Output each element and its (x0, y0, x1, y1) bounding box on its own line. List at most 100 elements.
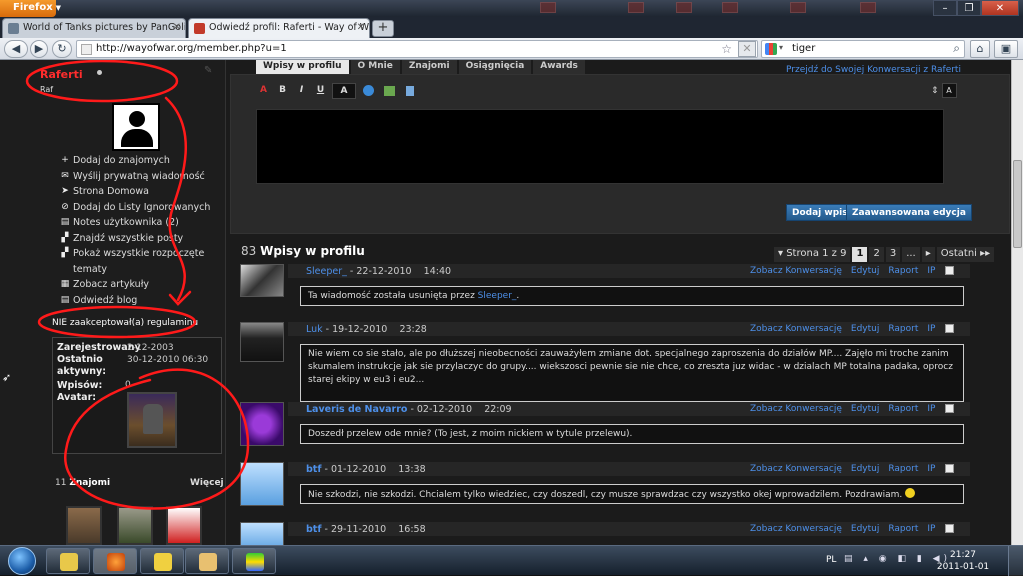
post-avatar[interactable] (240, 264, 284, 297)
forward-button[interactable]: ▶ (30, 40, 48, 58)
maximize-button[interactable]: ❐ (957, 0, 981, 16)
home-button[interactable]: ⌂ (970, 40, 990, 58)
language-indicator[interactable]: PL (826, 555, 836, 565)
image-button[interactable] (381, 83, 398, 99)
action-homepage[interactable]: ➤ Strona Domowa (58, 184, 218, 200)
firefox-menu-button[interactable]: Firefox ▼ (0, 0, 61, 17)
post-avatar[interactable] (240, 462, 284, 506)
italic-button[interactable]: I (294, 83, 309, 99)
report-link[interactable]: Raport (888, 266, 918, 276)
tab-profile[interactable]: Odwiedź profil: Raferti - Way of War ✕ (188, 18, 370, 38)
post-username[interactable]: Luk (306, 324, 323, 335)
remove-format-button[interactable]: A (256, 83, 271, 99)
post-text-link[interactable]: Sleeper_ (478, 291, 517, 301)
scrollbar-thumb[interactable] (1013, 160, 1022, 248)
taskbar-app[interactable] (140, 548, 184, 574)
action-articles[interactable]: ▦ Zobacz artykuły (58, 277, 218, 293)
search-input[interactable]: ▾ tiger ⌕ (761, 40, 965, 58)
action-user-notes[interactable]: ▤ Notes użytkownika (2) (58, 215, 218, 231)
tab-world-of-tanks[interactable]: World of Tanks pictures by PanGolia... ✕ (2, 18, 186, 38)
post-avatar[interactable] (240, 322, 284, 362)
post-username[interactable]: btf (306, 464, 321, 475)
bold-button[interactable]: B (275, 83, 290, 99)
new-tab-button[interactable]: + (372, 20, 394, 37)
bookmark-star-icon[interactable]: ☆ (721, 42, 732, 56)
edit-pencil-icon[interactable]: ✎ (204, 65, 212, 76)
taskbar-firefox[interactable] (93, 548, 137, 574)
link-button[interactable] (360, 83, 377, 99)
close-tab-icon[interactable]: ✕ (173, 22, 181, 33)
taskbar-explorer[interactable] (185, 548, 229, 574)
tab-achievements[interactable]: Osiągnięcia (458, 60, 532, 74)
report-link[interactable]: Raport (888, 404, 918, 414)
close-tab-icon[interactable]: ✕ (357, 22, 365, 33)
ip-link[interactable]: IP (927, 324, 935, 334)
action-ignore[interactable]: ⊘ Dodaj do Listy Ignorowanych (58, 200, 218, 216)
action-blog[interactable]: ▤ Odwiedź blog (58, 293, 218, 309)
page-3[interactable]: 3 (885, 246, 901, 262)
clear-button[interactable] (402, 83, 417, 99)
view-conversation-link[interactable]: Zobacz Konwersację (750, 404, 842, 414)
ip-link[interactable]: IP (927, 266, 935, 276)
view-conversation-link[interactable]: Zobacz Konwersację (750, 324, 842, 334)
action-private-message[interactable]: ✉ Wyślij prywatną wiadomość (58, 169, 218, 185)
back-button[interactable]: ◀ (4, 40, 28, 58)
report-link[interactable]: Raport (888, 464, 918, 474)
post-username[interactable]: Laveris de Navarro (306, 404, 407, 415)
tab-wall[interactable]: Wpisy w profilu (256, 60, 349, 74)
system-clock[interactable]: 21:27 2011-01-01 (935, 549, 991, 573)
next-page-button[interactable]: ▸ (921, 246, 935, 262)
report-link[interactable]: Raport (888, 524, 918, 534)
tab-friends[interactable]: Znajomi (401, 60, 457, 74)
post-username[interactable]: btf (306, 524, 321, 535)
search-engine-dropdown-icon[interactable]: ▾ (779, 43, 783, 52)
action-show-threads[interactable]: ▞ Pokaż wszystkie rozpoczęte tematy (58, 246, 218, 277)
ip-link[interactable]: IP (927, 404, 935, 414)
edit-link[interactable]: Edytuj (851, 524, 879, 534)
page-label-dropdown[interactable]: ▾ Strona 1 z 9 (774, 246, 851, 262)
report-link[interactable]: Raport (888, 324, 918, 334)
reload-button[interactable]: ↻ (52, 40, 72, 58)
font-size-icon[interactable]: A (941, 83, 957, 98)
ip-link[interactable]: IP (927, 524, 935, 534)
tab-about[interactable]: O Mnie (350, 60, 400, 74)
advanced-edit-button[interactable]: Zaawansowana edycja (846, 204, 972, 221)
toolbar-extension-button[interactable]: ▣ (994, 40, 1018, 58)
post-username[interactable]: Sleeper_ (306, 266, 347, 277)
page-scrollbar[interactable] (1011, 60, 1023, 545)
friend-avatar[interactable] (117, 506, 153, 545)
search-icon[interactable]: ⌕ (953, 41, 960, 56)
edit-link[interactable]: Edytuj (851, 266, 879, 276)
minimize-button[interactable]: – (933, 0, 957, 16)
post-avatar[interactable] (240, 522, 284, 545)
last-page-button[interactable]: Ostatni ▸▸ (936, 246, 995, 262)
resize-arrows-icon[interactable]: ⇕ (931, 86, 939, 96)
ip-link[interactable]: IP (927, 464, 935, 474)
edit-link[interactable]: Edytuj (851, 324, 879, 334)
page-2[interactable]: 2 (869, 246, 884, 262)
view-conversation-link[interactable]: Zobacz Konwersację (750, 464, 842, 474)
page-1[interactable]: 1 (852, 246, 868, 262)
font-color-button[interactable]: A (332, 83, 356, 99)
underline-button[interactable]: U (313, 83, 328, 99)
taskbar-app[interactable] (232, 548, 276, 574)
show-desktop-button[interactable] (1008, 546, 1023, 576)
post-select-checkbox[interactable] (945, 464, 954, 473)
tab-awards[interactable]: Awards (533, 60, 585, 74)
action-add-friend[interactable]: + Dodaj do znajomych (58, 153, 218, 169)
start-button[interactable] (8, 547, 36, 575)
view-conversation-link[interactable]: Zobacz Konwersację (750, 266, 842, 276)
post-select-checkbox[interactable] (945, 266, 954, 275)
close-window-button[interactable]: ✕ (981, 0, 1019, 16)
post-select-checkbox[interactable] (945, 524, 954, 533)
stop-button[interactable]: ✕ (738, 41, 756, 57)
post-avatar[interactable] (240, 402, 284, 446)
friends-more-link[interactable]: Więcej (190, 478, 224, 488)
friend-avatar[interactable] (166, 506, 202, 545)
taskbar-app[interactable] (46, 548, 90, 574)
post-select-checkbox[interactable] (945, 404, 954, 413)
url-bar[interactable]: http://wayofwar.org/member.php?u=1 ☆ ▼ (76, 40, 758, 58)
wall-post-textarea[interactable] (256, 109, 944, 184)
post-select-checkbox[interactable] (945, 324, 954, 333)
view-conversation-link[interactable]: Zobacz Konwersację (750, 524, 842, 534)
